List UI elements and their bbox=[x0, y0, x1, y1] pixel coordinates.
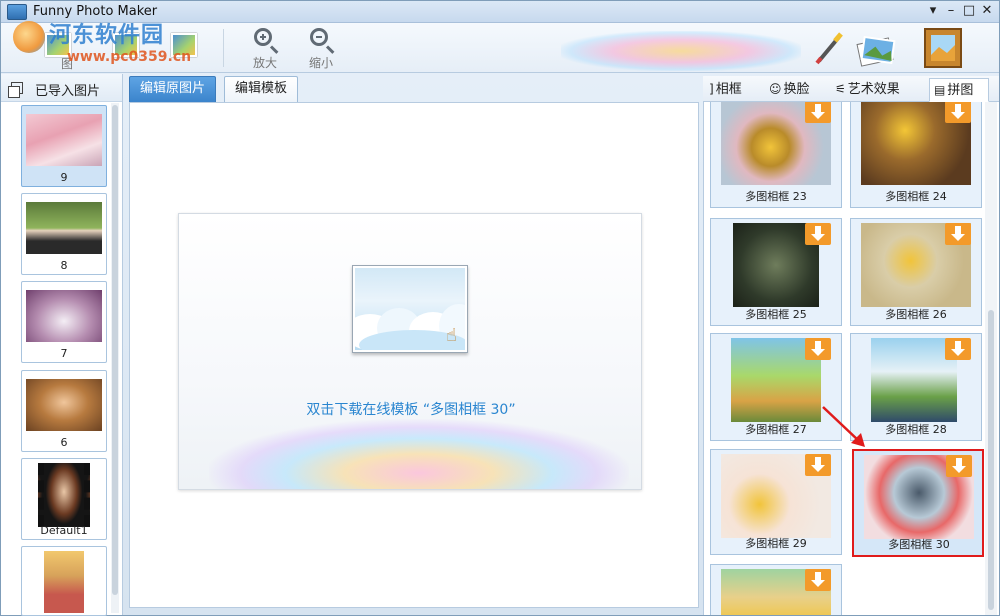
photo-stack-icon bbox=[856, 35, 896, 67]
brush-icon bbox=[815, 32, 843, 65]
collage-icon: ▤ bbox=[934, 83, 946, 97]
wand-icon: ⚟ bbox=[835, 82, 846, 96]
frame-tile[interactable] bbox=[710, 564, 842, 615]
tab-edit-template[interactable]: 编辑模板 bbox=[224, 76, 299, 102]
thumbnail-image bbox=[26, 202, 102, 254]
zoom-out-icon bbox=[308, 27, 334, 53]
image-thumbnail[interactable] bbox=[21, 546, 107, 616]
tab-face-swap[interactable]: ☺ 换脸 bbox=[765, 78, 825, 102]
zoom-in-button[interactable]: 放大 bbox=[239, 25, 291, 71]
close-button[interactable]: ✕ bbox=[979, 3, 995, 19]
hand-pointer-icon: ☝ bbox=[446, 325, 457, 346]
thumbnail-image bbox=[26, 379, 102, 431]
frame-tile[interactable]: 多图相框 23 bbox=[710, 102, 842, 208]
toolbar: 图 放大 缩小 bbox=[1, 23, 999, 73]
red-pointer-arrow-icon bbox=[822, 406, 865, 447]
maximize-button[interactable]: □ bbox=[961, 3, 977, 19]
frame-tile[interactable]: 多图相框 28 bbox=[850, 333, 982, 441]
tab-frame[interactable]: ] 相框 bbox=[705, 78, 759, 102]
tab-art-effects[interactable]: ⚟ 艺术效果 bbox=[831, 78, 921, 102]
app-icon bbox=[7, 4, 27, 20]
zoom-out-button[interactable]: 缩小 bbox=[295, 25, 347, 71]
frame-tile[interactable]: 多图相框 29 bbox=[710, 449, 842, 555]
title-bar: Funny Photo Maker ▾ – □ ✕ bbox=[1, 1, 999, 23]
framed-picture-icon bbox=[924, 28, 962, 68]
thumbnail-image bbox=[26, 114, 102, 166]
download-icon[interactable] bbox=[805, 223, 831, 245]
toolbar-photo-button[interactable]: 图 bbox=[31, 25, 83, 71]
frame-tile-selected[interactable]: 多图相框 30 bbox=[852, 449, 984, 557]
tab-collage[interactable]: ▤ 拼图 bbox=[929, 78, 989, 102]
frame-tile[interactable]: 多图相框 24 bbox=[850, 102, 982, 208]
imported-images-header: 已导入图片 bbox=[1, 74, 122, 102]
thumbnail-image bbox=[44, 551, 84, 613]
imported-images-panel: 已导入图片 9 8 7 6 Default1 bbox=[1, 74, 123, 616]
left-scrollbar-thumb[interactable] bbox=[112, 105, 118, 595]
toolbar-separator bbox=[223, 29, 224, 67]
minimize-button[interactable]: – bbox=[943, 3, 959, 19]
feature-tabs: ] 相框 ☺ 换脸 ⚟ 艺术效果 ▤ 拼图 bbox=[703, 76, 999, 102]
left-scrollbar[interactable] bbox=[111, 103, 119, 613]
rainbow-glow-decoration bbox=[209, 419, 629, 489]
frame-gallery: 多图相框 23 多图相框 24 多图相框 25 多图相框 26 多图相框 27 bbox=[703, 102, 999, 615]
right-scrollbar[interactable] bbox=[985, 102, 997, 615]
app-window: Funny Photo Maker ▾ – □ ✕ 图 放大 缩小 河东软件园 … bbox=[0, 0, 1000, 616]
window-menu-button[interactable]: ▾ bbox=[925, 3, 941, 19]
photo-icon bbox=[45, 33, 71, 57]
toolbar-photo-edit-button[interactable] bbox=[99, 25, 151, 71]
imported-images-title: 已导入图片 bbox=[35, 84, 101, 99]
download-icon[interactable] bbox=[945, 223, 971, 245]
frame-icon: ] bbox=[709, 82, 714, 96]
thumbnail-image bbox=[26, 290, 102, 342]
download-icon[interactable] bbox=[946, 455, 972, 477]
window-title: Funny Photo Maker bbox=[33, 4, 158, 19]
image-thumbnail[interactable]: 9 bbox=[21, 105, 107, 187]
frame-tile[interactable]: 多图相框 25 bbox=[710, 218, 842, 326]
image-thumbnail[interactable]: Default1 bbox=[21, 458, 107, 540]
image-thumbnail[interactable]: 7 bbox=[21, 281, 107, 363]
smiley-icon: ☺ bbox=[769, 82, 782, 96]
download-icon[interactable] bbox=[805, 454, 831, 476]
toolbar-rainbow-decoration bbox=[561, 31, 801, 71]
editor-tabs: 编辑原图片 编辑模板 bbox=[127, 76, 699, 102]
download-icon[interactable] bbox=[945, 338, 971, 360]
image-thumbnail[interactable]: 8 bbox=[21, 193, 107, 275]
image-thumbnail[interactable]: 6 bbox=[21, 370, 107, 452]
zoom-in-icon bbox=[252, 27, 278, 53]
photo-edit-icon bbox=[113, 33, 139, 57]
right-scrollbar-thumb[interactable] bbox=[988, 310, 994, 610]
cloud-picture: ☝ bbox=[355, 268, 465, 350]
tab-edit-original[interactable]: 编辑原图片 bbox=[129, 76, 217, 102]
download-icon[interactable] bbox=[805, 102, 831, 123]
photo-save-icon bbox=[171, 33, 197, 57]
editor-canvas: ☝ 双击下载在线模板 “多图相框 30” bbox=[129, 102, 699, 608]
copy-icon bbox=[8, 82, 23, 98]
download-template-message: 双击下载在线模板 “多图相框 30” bbox=[306, 402, 516, 418]
frame-tile[interactable]: 多图相框 26 bbox=[850, 218, 982, 326]
toolbar-photo-save-button[interactable] bbox=[157, 25, 209, 71]
template-preview[interactable]: ☝ bbox=[352, 265, 468, 353]
download-icon[interactable] bbox=[805, 569, 831, 591]
thumbnail-image bbox=[38, 463, 90, 527]
template-download-card[interactable]: ☝ 双击下载在线模板 “多图相框 30” bbox=[178, 213, 642, 490]
download-icon[interactable] bbox=[945, 102, 971, 123]
download-icon[interactable] bbox=[805, 338, 831, 360]
